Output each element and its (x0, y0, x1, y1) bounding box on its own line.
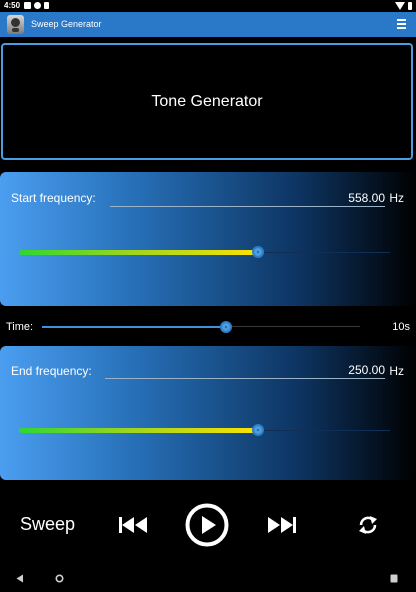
time-value: 10s (392, 321, 410, 333)
status-bar: 4:50 (0, 0, 416, 12)
end-frequency-slider-thumb[interactable] (252, 424, 264, 436)
time-label: Time: (6, 321, 34, 333)
start-frequency-value: 558.00 (348, 191, 385, 205)
battery-icon (408, 2, 412, 10)
end-frequency-unit: Hz (389, 364, 404, 378)
status-notification-icons (24, 2, 49, 9)
end-frequency-label: End frequency: (11, 364, 92, 378)
status-system-icons (395, 2, 412, 10)
end-frequency-input[interactable]: 250.00 (105, 363, 385, 379)
back-icon[interactable] (16, 574, 24, 583)
tone-generator-display[interactable]: Tone Generator (1, 43, 413, 160)
start-frequency-slider-thumb[interactable] (252, 246, 264, 258)
end-frequency-slider-track (260, 430, 390, 431)
start-frequency-slider-fill (19, 250, 259, 255)
app-title: Sweep Generator (31, 19, 102, 29)
time-slider-fill (42, 326, 226, 328)
notification-icon (24, 2, 31, 9)
app-logo-icon (7, 15, 24, 34)
navigation-bar (0, 566, 416, 592)
start-frequency-input[interactable]: 558.00 (110, 191, 385, 207)
sweep-button[interactable]: Sweep (20, 514, 75, 535)
time-row: Time: 10s (0, 318, 416, 338)
sd-card-icon (44, 2, 49, 9)
end-frequency-slider-fill (19, 428, 259, 433)
time-slider-thumb[interactable] (220, 321, 232, 333)
end-frequency-value: 250.00 (348, 363, 385, 377)
start-frequency-panel: Start frequency: 558.00 Hz (0, 172, 416, 306)
time-slider-track (226, 326, 360, 327)
start-frequency-label: Start frequency: (11, 191, 96, 205)
recents-icon[interactable] (390, 574, 398, 583)
end-frequency-panel: End frequency: 250.00 Hz (0, 346, 416, 480)
wifi-icon (395, 2, 405, 10)
status-time: 4:50 (4, 1, 21, 10)
notification-icon (34, 2, 41, 9)
start-frequency-unit: Hz (389, 191, 404, 205)
start-frequency-slider-track (260, 252, 390, 253)
loop-icon[interactable] (357, 514, 379, 536)
menu-icon[interactable] (397, 19, 406, 30)
skip-back-icon[interactable] (118, 516, 148, 534)
playback-controls: Sweep (0, 497, 416, 553)
skip-forward-icon[interactable] (267, 516, 297, 534)
tone-generator-label: Tone Generator (151, 92, 263, 110)
app-bar: Sweep Generator (0, 12, 416, 37)
play-icon[interactable] (185, 503, 229, 547)
home-icon[interactable] (55, 574, 64, 583)
